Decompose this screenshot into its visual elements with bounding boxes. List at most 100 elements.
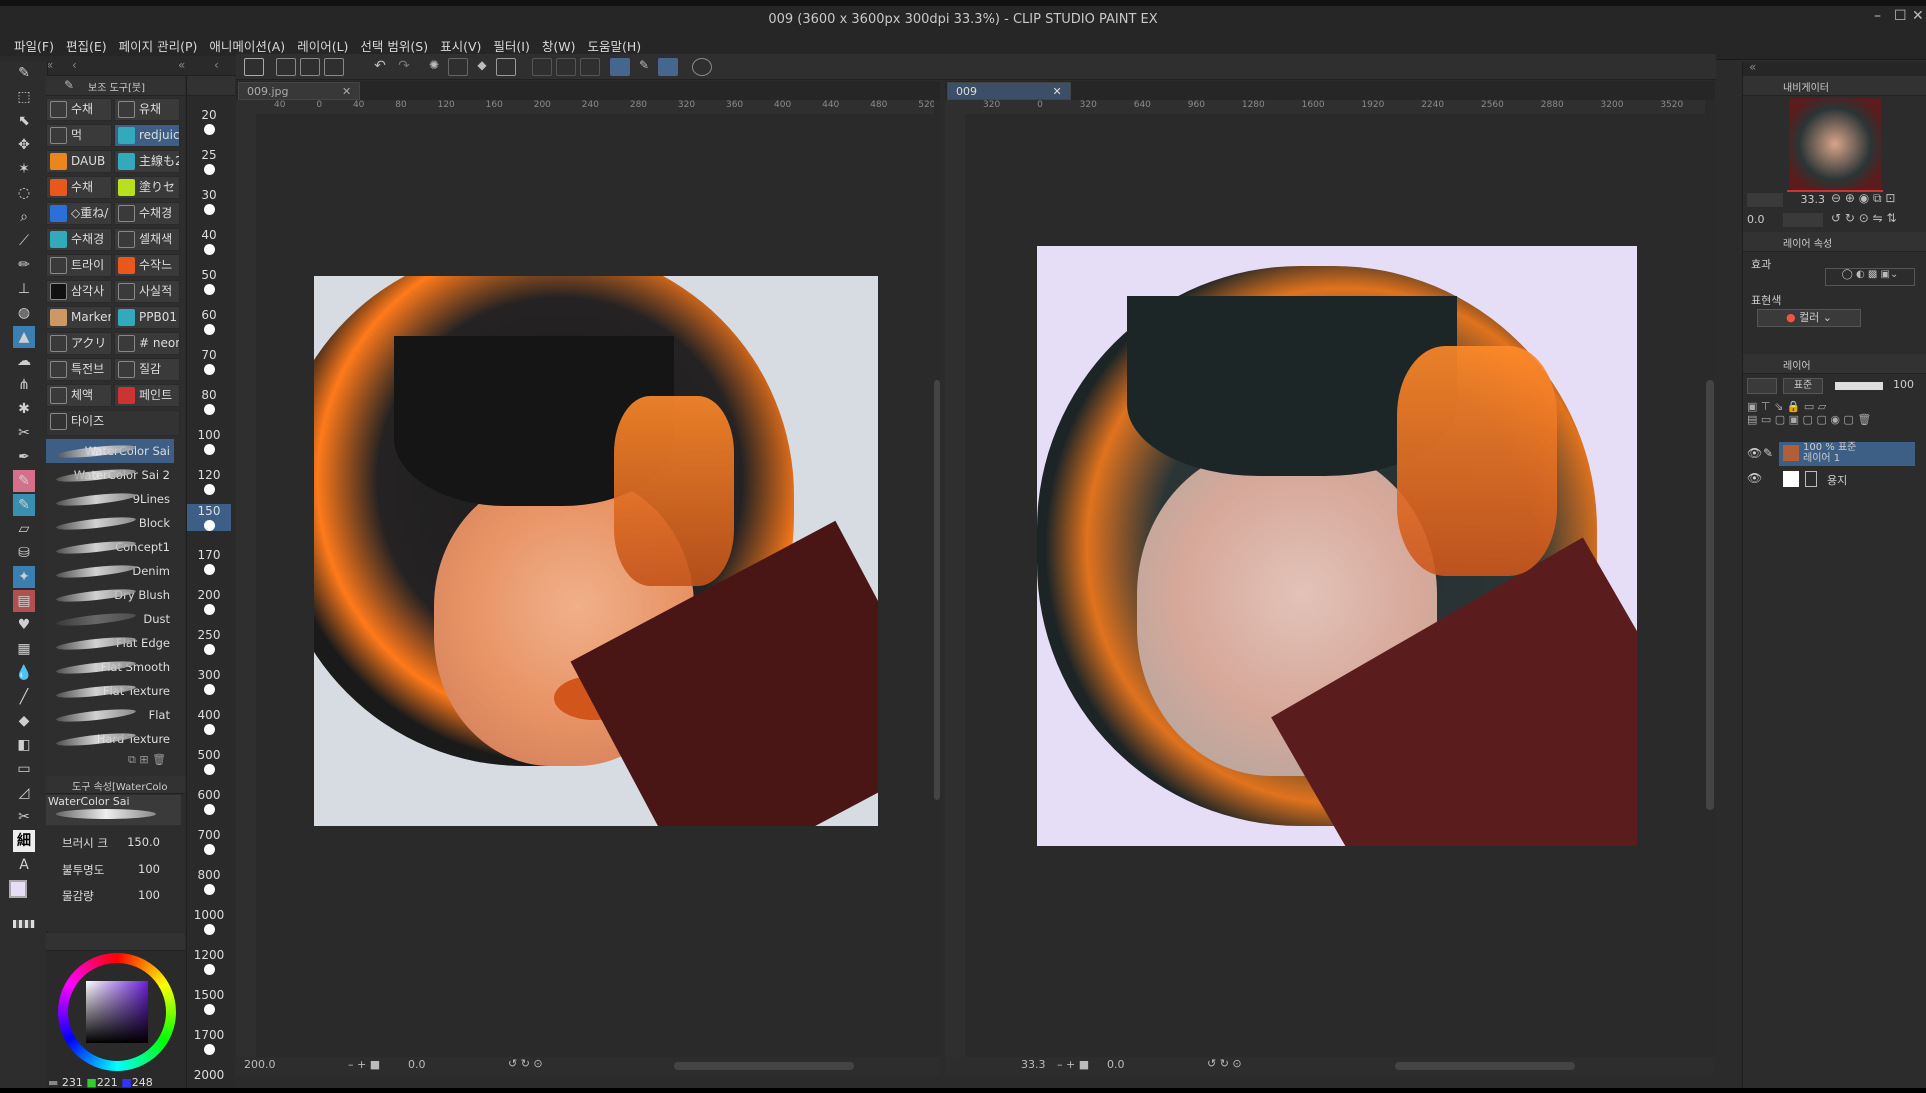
pencil-icon[interactable]: ✏ [13, 254, 35, 276]
lasso-icon[interactable]: ◌ [13, 182, 35, 204]
brush-item[interactable]: Flat [46, 703, 174, 727]
left-vertical-scrollbar[interactable] [934, 100, 940, 1057]
text-icon[interactable]: A [13, 854, 35, 876]
fill-icon[interactable]: ◆ [472, 58, 492, 76]
subtool-tab[interactable]: 타이즈 [46, 410, 180, 436]
size-option[interactable]: 80 [187, 388, 231, 415]
brush-icon[interactable]: ✎ [13, 494, 35, 516]
eye-icon[interactable]: 👁 [1747, 471, 1762, 485]
figure-icon[interactable]: ▭ [13, 758, 35, 780]
chevron-left-icon[interactable]: ‹ [72, 58, 77, 72]
subtool-group[interactable]: 塗りセ [114, 176, 180, 199]
marker-icon[interactable]: ✎ [13, 470, 35, 492]
brush-item[interactable]: Flat Smooth [46, 655, 174, 679]
magic-wand-icon[interactable]: ✶ [13, 158, 35, 180]
saturation-square[interactable] [86, 981, 148, 1043]
invert-selection-icon[interactable] [556, 58, 576, 76]
size-option[interactable]: 25 [187, 148, 231, 175]
open-file-icon[interactable] [300, 58, 320, 76]
transform-icon[interactable] [496, 58, 516, 76]
tab-artwork[interactable]: 009 ✕ [947, 82, 1071, 100]
size-option[interactable]: 1000 [187, 908, 231, 935]
object-select-icon[interactable]: ⬉ [13, 110, 35, 132]
fill-icon[interactable]: ◆ [13, 710, 35, 732]
layer-color-select[interactable] [1747, 378, 1777, 394]
blend-icon[interactable]: ◍ [13, 302, 35, 324]
size-option[interactable]: 70 [187, 348, 231, 375]
size-option[interactable]: 120 [187, 468, 231, 495]
eye-icon[interactable]: 👁 [1747, 446, 1762, 460]
clear-icon[interactable]: ✺ [424, 58, 444, 76]
snap-grid-icon[interactable] [658, 58, 678, 76]
size-option[interactable]: 170 [187, 548, 231, 575]
sparkle-icon[interactable]: ✦ [13, 566, 35, 588]
copy-icon[interactable]: ⧉ [128, 753, 136, 766]
brush-item[interactable]: WaterColor Sai 2 [46, 463, 174, 487]
subtool-group[interactable]: 사실적 [114, 280, 180, 303]
brush-item[interactable]: 9Lines [46, 487, 174, 511]
rotate-icons[interactable]: ↺ ↻ ⊙ [508, 1057, 543, 1070]
right-canvas-area[interactable] [965, 114, 1705, 1057]
subtool-group[interactable]: PPB01 [114, 306, 180, 329]
stamp-icon[interactable]: ⊥ [13, 278, 35, 300]
rotate-buttons[interactable]: ↺ ↻ ⊙ ⇋ ⇅ [1831, 211, 1897, 225]
left-horizontal-scrollbar[interactable] [674, 1062, 854, 1070]
add-icon[interactable]: ⊞ [139, 753, 148, 766]
rotate-icons[interactable]: ↺ ↻ ⊙ [1207, 1057, 1242, 1070]
tab-reference[interactable]: 009.jpg ✕ [238, 82, 361, 100]
size-option[interactable]: 600 [187, 788, 231, 815]
size-option[interactable]: 1700 [187, 1028, 231, 1055]
subtool-group[interactable]: 질감 [114, 358, 180, 381]
trash-icon[interactable]: 🗑 [152, 753, 166, 766]
new-file-icon[interactable] [276, 58, 296, 76]
angle-slider[interactable] [1783, 213, 1823, 227]
brush-size-value[interactable]: 150.0 [110, 835, 160, 849]
brush-item[interactable]: Concept1 [46, 535, 174, 559]
pen-icon[interactable]: ✒ [13, 446, 35, 468]
brush-item[interactable]: Hard Texture [46, 727, 174, 751]
navigator-zoom-value[interactable]: 33.3 [1785, 193, 1826, 206]
size-option[interactable]: 300 [187, 668, 231, 695]
opacity-value[interactable]: 100 [110, 862, 160, 876]
color-wheel[interactable] [58, 953, 176, 1071]
subtool-group[interactable]: ◇重ね/ [46, 202, 112, 225]
maximize-icon[interactable]: ☐ [1894, 8, 1907, 24]
brush-item[interactable]: Dry Blush [46, 583, 174, 607]
heart-icon[interactable]: ♥ [13, 614, 35, 636]
zoom-slider[interactable] [1747, 193, 1783, 207]
size-option[interactable]: 400 [187, 708, 231, 735]
size-option[interactable]: 800 [187, 868, 231, 895]
size-option[interactable]: 1200 [187, 948, 231, 975]
effect-buttons[interactable]: ◯ ◐ ▩ ▣⌄ [1825, 268, 1915, 286]
collapse-icon[interactable]: « [178, 58, 185, 72]
size-option[interactable]: 100 [187, 428, 231, 455]
selection-icon[interactable]: ⬚ [13, 86, 35, 108]
ruler-icon[interactable]: ✂ [13, 806, 35, 828]
opacity-slider[interactable] [1835, 382, 1883, 390]
brush-item-selected[interactable]: WaterColor Sai [46, 439, 174, 463]
cloud-brush-icon[interactable]: ☁ [13, 350, 35, 372]
main-color-swatch[interactable] [9, 880, 27, 898]
subtool-group-selected[interactable]: redjuice [114, 124, 180, 147]
zoom-buttons[interactable]: ⊖ ⊕ ◉ ⧉ ⊡ [1831, 191, 1895, 206]
subtool-group[interactable]: 수채 [46, 176, 112, 199]
subtool-group[interactable]: 특전브 [46, 358, 112, 381]
size-option[interactable]: 2000 [187, 1068, 231, 1082]
zoom-controls[interactable]: – + ■ [348, 1058, 380, 1071]
text-box-icon[interactable]: 細 [13, 830, 35, 852]
zoom-icon[interactable]: ⌕ [13, 206, 35, 228]
size-option[interactable]: 500 [187, 748, 231, 775]
subtool-group[interactable]: 삼각사 [46, 280, 112, 303]
pattern-icon[interactable]: ▦ [13, 638, 35, 660]
save-icon[interactable] [324, 58, 344, 76]
move-icon[interactable]: ✥ [13, 134, 35, 156]
size-option-selected[interactable]: 150 [187, 504, 231, 531]
help-icon[interactable] [692, 58, 712, 76]
subtool-group[interactable]: 主線も2 [114, 150, 180, 173]
scissors-icon[interactable]: ✂ [13, 422, 35, 444]
eraser-icon[interactable]: ▱ [13, 518, 35, 540]
left-angle-value[interactable]: 0.0 [408, 1058, 426, 1071]
subtool-group[interactable]: アクリ [46, 332, 112, 355]
right-zoom-value[interactable]: 33.3 [1021, 1058, 1046, 1071]
size-option[interactable]: 700 [187, 828, 231, 855]
